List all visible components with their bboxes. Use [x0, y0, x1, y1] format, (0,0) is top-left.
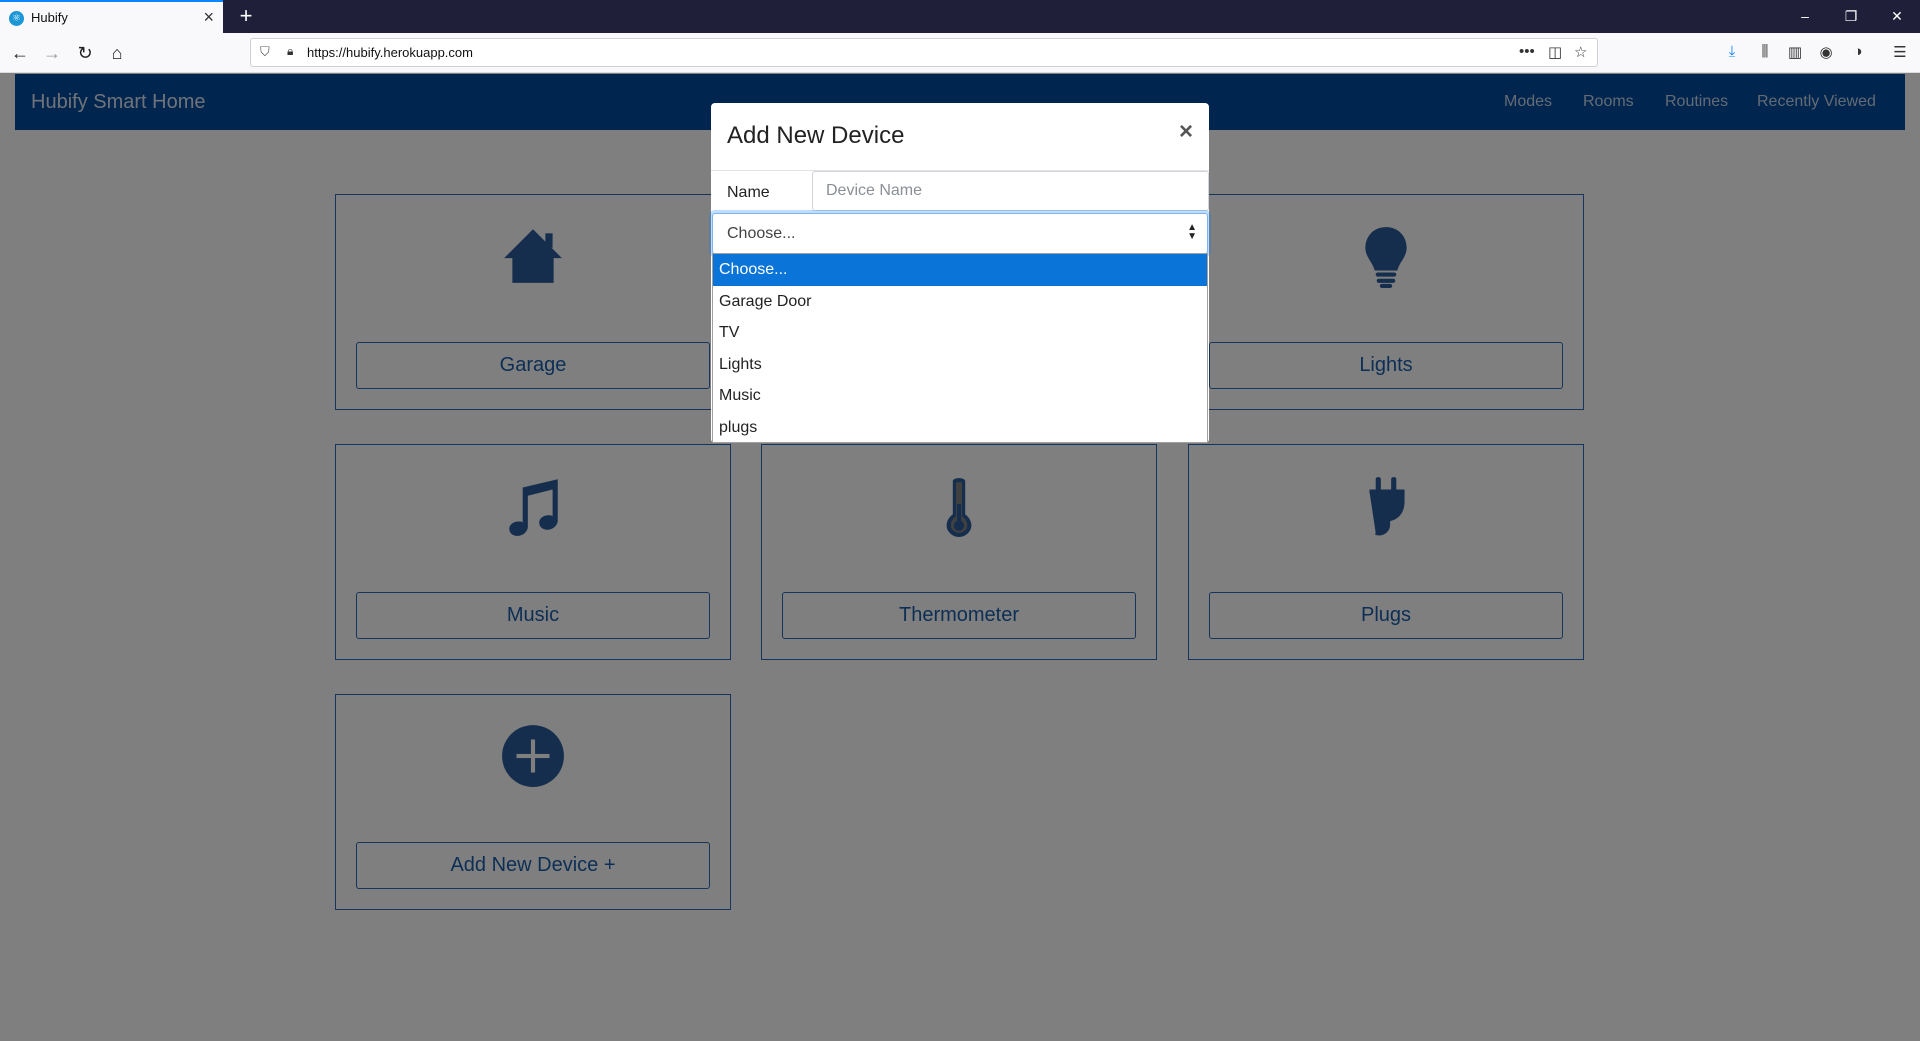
page-actions-icon[interactable]: ••• — [1519, 43, 1535, 60]
browser-toolbar: ← → ↻ ⌂ ⛉ 🔒︎ https://hubify.herokuapp.co… — [0, 33, 1920, 73]
downloads-icon[interactable]: ⤓ — [1722, 43, 1742, 60]
lock-icon[interactable]: 🔒︎ — [287, 44, 293, 59]
select-arrows-icon: ▲ ▼ — [1187, 222, 1197, 242]
device-type-dropdown: Choose... Garage Door TV Lights Music pl… — [712, 253, 1208, 443]
tab-title: Hubify — [31, 10, 68, 25]
device-type-select[interactable]: Choose... ▲ ▼ — [712, 213, 1208, 254]
back-icon[interactable]: ← — [6, 39, 34, 67]
tracking-shield-icon[interactable]: ⛉ — [260, 44, 270, 60]
account-icon[interactable]: ◉ — [1816, 43, 1836, 61]
browser-tab-strip: ⚛ Hubify × + – ❐ ✕ — [0, 0, 1920, 33]
forward-icon[interactable]: → — [38, 39, 66, 67]
url-text[interactable]: https://hubify.herokuapp.com — [307, 45, 473, 60]
sidebar-icon[interactable]: ▥ — [1785, 43, 1805, 61]
tab-close-icon[interactable]: × — [203, 7, 214, 27]
bookmark-star-icon[interactable]: ☆ — [1574, 43, 1587, 61]
name-label: Name — [727, 184, 770, 201]
url-bar[interactable]: ⛉ 🔒︎ https://hubify.herokuapp.com ••• ◫ … — [250, 38, 1598, 67]
minimize-icon[interactable]: – — [1782, 0, 1828, 33]
menu-icon[interactable]: ☰ — [1890, 43, 1910, 61]
option-lights[interactable]: Lights — [713, 349, 1207, 381]
modal-title: Add New Device — [727, 122, 905, 149]
modal-close-icon[interactable]: × — [1179, 118, 1193, 146]
pocket-icon[interactable]: ◫ — [1548, 43, 1562, 61]
new-tab-icon[interactable]: + — [232, 2, 260, 30]
option-tv[interactable]: TV — [713, 317, 1207, 349]
extension-icon[interactable]: ◑ — [1848, 43, 1868, 60]
device-type-select-value: Choose... — [727, 225, 796, 242]
reload-icon[interactable]: ↻ — [71, 39, 99, 67]
device-name-input[interactable]: Device Name — [812, 171, 1209, 211]
home-icon[interactable]: ⌂ — [103, 39, 131, 67]
option-music[interactable]: Music — [713, 380, 1207, 412]
close-icon[interactable]: ✕ — [1874, 0, 1920, 33]
option-choose[interactable]: Choose... — [713, 254, 1207, 286]
modal-header: Add New Device × — [711, 103, 1209, 171]
restore-icon[interactable]: ❐ — [1828, 0, 1874, 33]
option-plugs[interactable]: plugs — [713, 412, 1207, 444]
browser-tab[interactable]: ⚛ Hubify × — [0, 0, 223, 33]
library-icon[interactable]: ⫼ — [1755, 43, 1775, 60]
hubify-favicon-icon: ⚛ — [9, 11, 24, 26]
device-name-placeholder: Device Name — [826, 182, 923, 199]
option-garage-door[interactable]: Garage Door — [713, 286, 1207, 318]
